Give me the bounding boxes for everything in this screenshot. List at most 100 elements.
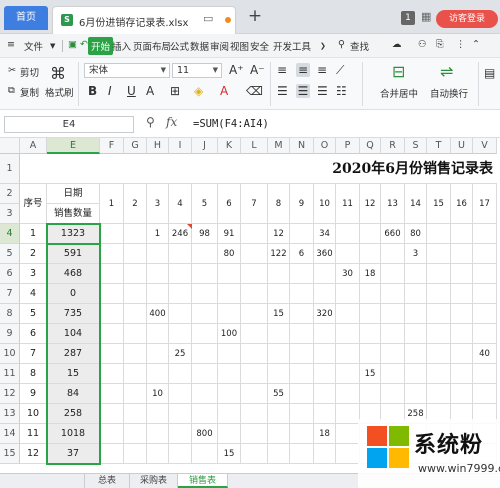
search-icon[interactable]: ⚲ <box>338 39 345 50</box>
day-value-cell[interactable] <box>336 284 360 304</box>
align-center-icon[interactable]: ☰ <box>296 84 310 98</box>
column-header[interactable]: P <box>336 138 360 154</box>
day-value-cell[interactable] <box>473 224 497 244</box>
cut-button[interactable]: 剪切 <box>20 65 39 79</box>
row-header[interactable]: 14 <box>0 424 20 444</box>
day-value-cell[interactable] <box>427 364 451 384</box>
day-value-cell[interactable] <box>124 304 147 324</box>
day-value-cell[interactable] <box>405 304 427 324</box>
day-value-cell[interactable] <box>314 364 336 384</box>
day-value-cell[interactable] <box>451 344 473 364</box>
day-value-cell[interactable] <box>241 444 268 464</box>
clear-format-icon[interactable]: ⌫ <box>246 84 263 98</box>
qty-cell[interactable]: 104 <box>47 324 100 344</box>
font-name-select[interactable]: 宋体 ▼ <box>84 63 170 78</box>
qty-cell[interactable]: 1323 <box>47 224 100 244</box>
day-value-cell[interactable]: 122 <box>268 244 290 264</box>
day-value-cell[interactable] <box>192 344 218 364</box>
day-value-cell[interactable] <box>427 264 451 284</box>
day-value-cell[interactable] <box>218 304 241 324</box>
row-header[interactable]: 5 <box>0 244 20 264</box>
day-value-cell[interactable] <box>473 284 497 304</box>
align-middle-icon[interactable]: ≡ <box>296 63 310 77</box>
day-header[interactable]: 6 <box>218 184 241 224</box>
row-header[interactable]: 13 <box>0 404 20 424</box>
border-icon[interactable]: ⊞ <box>170 84 180 98</box>
day-value-cell[interactable] <box>381 304 405 324</box>
day-value-cell[interactable] <box>268 324 290 344</box>
day-value-cell[interactable] <box>451 224 473 244</box>
day-value-cell[interactable] <box>192 324 218 344</box>
day-value-cell[interactable] <box>336 344 360 364</box>
day-value-cell[interactable] <box>314 284 336 304</box>
row-header[interactable]: 4 <box>0 224 20 244</box>
qty-cell[interactable]: 1018 <box>47 424 100 444</box>
day-value-cell[interactable] <box>147 244 169 264</box>
row-header[interactable]: 12 <box>0 384 20 404</box>
day-value-cell[interactable] <box>268 404 290 424</box>
day-value-cell[interactable] <box>336 444 360 464</box>
qty-cell[interactable]: 15 <box>47 364 100 384</box>
day-header[interactable]: 9 <box>290 184 314 224</box>
column-header[interactable]: F <box>100 138 124 154</box>
menu-review[interactable]: 审阅 <box>210 39 229 53</box>
day-value-cell[interactable] <box>124 424 147 444</box>
day-value-cell[interactable] <box>169 284 192 304</box>
day-value-cell[interactable]: 80 <box>218 244 241 264</box>
italic-icon[interactable]: I <box>108 84 112 98</box>
day-value-cell[interactable]: 18 <box>360 264 381 284</box>
day-value-cell[interactable] <box>290 344 314 364</box>
day-value-cell[interactable] <box>336 324 360 344</box>
day-header[interactable]: 14 <box>405 184 427 224</box>
day-value-cell[interactable] <box>147 264 169 284</box>
day-value-cell[interactable] <box>100 444 124 464</box>
column-header[interactable]: R <box>381 138 405 154</box>
day-value-cell[interactable] <box>192 444 218 464</box>
day-value-cell[interactable]: 800 <box>192 424 218 444</box>
day-value-cell[interactable] <box>451 324 473 344</box>
day-value-cell[interactable] <box>218 364 241 384</box>
day-value-cell[interactable] <box>169 264 192 284</box>
day-value-cell[interactable] <box>290 324 314 344</box>
day-value-cell[interactable] <box>360 384 381 404</box>
qty-cell[interactable]: 0 <box>47 284 100 304</box>
day-value-cell[interactable] <box>336 244 360 264</box>
day-header[interactable]: 13 <box>381 184 405 224</box>
day-value-cell[interactable] <box>427 224 451 244</box>
sheet-tab-purchase[interactable]: 采购表 <box>130 474 178 488</box>
day-value-cell[interactable] <box>192 404 218 424</box>
row-header[interactable]: 15 <box>0 444 20 464</box>
new-tab-button[interactable]: + <box>246 6 264 28</box>
menu-view[interactable]: 视图 <box>230 39 249 53</box>
column-header[interactable]: K <box>218 138 241 154</box>
name-box[interactable]: E4 <box>4 116 134 133</box>
qty-cell[interactable]: 84 <box>47 384 100 404</box>
day-value-cell[interactable] <box>241 244 268 264</box>
day-value-cell[interactable]: 15 <box>218 444 241 464</box>
day-header[interactable]: 15 <box>427 184 451 224</box>
day-value-cell[interactable] <box>124 384 147 404</box>
day-value-cell[interactable] <box>405 284 427 304</box>
day-value-cell[interactable] <box>192 364 218 384</box>
day-value-cell[interactable]: 40 <box>473 344 497 364</box>
day-value-cell[interactable] <box>124 444 147 464</box>
menu-search[interactable]: 查找 <box>350 39 369 53</box>
decrease-font-icon[interactable]: A⁻ <box>250 63 265 77</box>
menu-formulas[interactable]: 公式 <box>170 39 189 53</box>
align-right-icon[interactable]: ☰ <box>317 84 328 98</box>
row-header[interactable]: 7 <box>0 284 20 304</box>
day-value-cell[interactable] <box>290 224 314 244</box>
day-value-cell[interactable] <box>336 304 360 324</box>
day-value-cell[interactable]: 25 <box>169 344 192 364</box>
day-value-cell[interactable] <box>314 264 336 284</box>
column-header[interactable]: T <box>427 138 451 154</box>
wrap-text-icon[interactable]: ⇌ <box>440 62 453 81</box>
day-value-cell[interactable] <box>268 424 290 444</box>
day-value-cell[interactable] <box>100 284 124 304</box>
row-header[interactable]: 9 <box>0 324 20 344</box>
share-icon[interactable]: ⎘ <box>436 39 444 50</box>
menu-developer[interactable]: 开发工具 <box>273 39 311 53</box>
day-value-cell[interactable] <box>268 364 290 384</box>
day-value-cell[interactable] <box>124 344 147 364</box>
merge-center-icon[interactable]: ⊟ <box>392 62 405 81</box>
